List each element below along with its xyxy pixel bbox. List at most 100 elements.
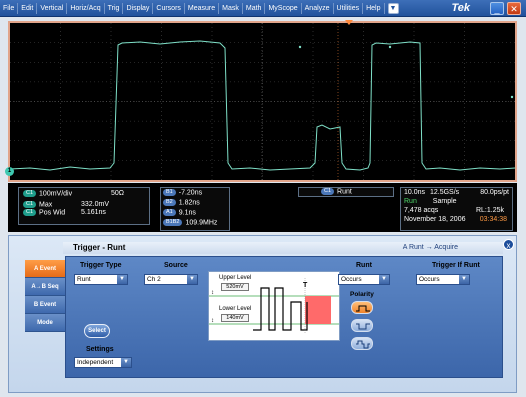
runt-highlight xyxy=(305,296,331,324)
minimize-button[interactable]: _ xyxy=(490,2,504,15)
menu-dropdown-icon[interactable]: ▼ xyxy=(387,2,399,14)
max-label: Max xyxy=(39,201,53,209)
lower-level-value[interactable]: 140mV xyxy=(221,314,249,322)
ch1-impedance: 50Ω xyxy=(111,190,125,197)
cursor-b1-pill: B1 xyxy=(163,189,176,196)
close-window-button[interactable]: ✕ xyxy=(507,2,521,15)
date-value: November 18, 2006 xyxy=(404,216,466,223)
tab-mode[interactable]: Mode xyxy=(25,314,65,332)
cursor-freq-pill: B1B2 xyxy=(163,219,183,226)
either-polarity-icon xyxy=(356,340,370,349)
trigger-type-label: Trigger Type xyxy=(80,262,122,269)
tab-a-event[interactable]: A Event xyxy=(25,260,65,278)
upper-level-value[interactable]: 520mV xyxy=(221,283,249,291)
settings-value: Independent xyxy=(77,359,114,366)
cursor-b1-value: -7.20ns xyxy=(178,189,203,197)
source-dropdown[interactable]: Ch 2 ▼ xyxy=(144,274,198,285)
trigger-settings-body: Trigger Type Runt ▼ Select Settings Inde… xyxy=(65,256,503,378)
measurement-box[interactable]: Runt C1100mV/div 50Ω C1Max 332.0mV C1Pos… xyxy=(18,187,150,225)
source-label: Source xyxy=(164,262,188,269)
runt-dropdown[interactable]: Occurs ▼ xyxy=(338,274,390,285)
brand-logo: Tek xyxy=(451,2,470,14)
tab-b-event[interactable]: B Event xyxy=(25,296,65,314)
cursor-freq-value: 109.9MHz xyxy=(185,219,218,227)
lower-arrow-icon: ↕ xyxy=(211,318,214,324)
cursor-row: A1 9.1ns xyxy=(161,209,229,217)
menu-measure[interactable]: Measure xyxy=(185,2,220,14)
trigger-readout-box[interactable]: C1 Runt xyxy=(298,187,394,197)
negative-polarity-icon xyxy=(356,323,370,330)
trigger-if-runt-dropdown[interactable]: Occurs ▼ xyxy=(416,274,470,285)
channel-1-ground-marker[interactable]: 1 xyxy=(5,167,14,176)
chevron-down-icon: ▼ xyxy=(459,275,469,284)
acqs-row: 7,478 acqs RL:1.25k xyxy=(401,207,512,215)
trigger-if-runt-label: Trigger If Runt xyxy=(432,262,480,269)
menu-trig[interactable]: Trig xyxy=(105,2,124,14)
menu-help[interactable]: Help xyxy=(363,2,385,14)
polarity-positive-button[interactable] xyxy=(351,301,373,314)
poswid-pill: C1 xyxy=(23,209,37,216)
timebase-value: 10.0ns xyxy=(404,189,426,196)
run-state: Run xyxy=(404,198,417,205)
marker-dot xyxy=(298,45,302,49)
panel-title: Trigger - Runt xyxy=(73,243,126,252)
menu-horiz-acq[interactable]: Horiz/Acq xyxy=(67,2,105,14)
chevron-down-icon: ▼ xyxy=(117,275,127,284)
max-row: C1 Max 332.0mV xyxy=(19,201,149,209)
time-value: 03:34:38 xyxy=(479,216,507,223)
settings-dropdown[interactable]: Independent ▼ xyxy=(74,357,132,368)
trigger-type-readout: Runt xyxy=(337,188,352,196)
ch1-scale-row: Runt C1100mV/div 50Ω xyxy=(19,190,149,198)
menu-bar: File Edit Vertical Horiz/Acq Trig Displa… xyxy=(0,0,526,17)
source-value: Ch 2 xyxy=(147,276,161,283)
date-row: November 18, 2006 03:34:38 xyxy=(401,216,512,224)
polarity-negative-button[interactable] xyxy=(351,319,373,332)
menu-edit[interactable]: Edit xyxy=(18,2,38,14)
ch1-pill: C1 xyxy=(23,190,37,197)
pts-per-div-value: 80.0ps/pt xyxy=(480,189,509,196)
menu-mask[interactable]: Mask xyxy=(219,2,243,14)
runt-diagram: T ↕ ↕ Upper Level 520mV Lower Level 140m… xyxy=(208,271,340,341)
marker-dot xyxy=(388,45,392,49)
menu-vertical[interactable]: Vertical xyxy=(37,2,68,14)
polarity-either-button[interactable] xyxy=(351,337,373,350)
cursor-readout-box[interactable]: B1 -7.20ns B2 1.82ns A1 9.1ns B1B2 109.9MHz xyxy=(160,187,230,231)
trigger-if-runt-value: Occurs xyxy=(419,276,440,283)
ch1-scale: 100mV/div xyxy=(39,190,73,198)
menu-file[interactable]: File xyxy=(0,2,19,14)
select-button[interactable]: Select xyxy=(84,324,110,338)
trigger-control-window: Trigger - Runt A Runt → Acquire x A Even… xyxy=(8,235,517,393)
cursor-row: B1B2 109.9MHz xyxy=(161,219,229,227)
acquisition-readout-box[interactable]: 10.0ns 12.5GS/s 80.0ps/pt Run Sample 7,4… xyxy=(400,187,513,231)
close-panel-button[interactable]: x xyxy=(503,239,514,250)
runt-value: Occurs xyxy=(341,276,362,283)
run-row: Run Sample xyxy=(401,198,512,206)
tab-a-b-sequence[interactable]: A→B Seq xyxy=(25,278,65,296)
trigger-type-dropdown[interactable]: Runt ▼ xyxy=(74,274,128,285)
max-value: 332.0mV xyxy=(81,201,110,208)
waveform-display[interactable]: 1 xyxy=(5,20,517,182)
cursor-a1-value: 9.1ns xyxy=(178,209,196,217)
trigger-readout-row: C1 Runt xyxy=(299,188,393,196)
trigger-source-pill: C1 xyxy=(321,188,335,195)
chevron-down-icon: ▼ xyxy=(379,275,389,284)
menu-utilities[interactable]: Utilities xyxy=(334,2,364,14)
trigger-position-marker[interactable] xyxy=(345,20,353,25)
trigger-type-value: Runt xyxy=(77,276,91,283)
poswid-row: C1 Pos Wid 5.161ns xyxy=(19,209,149,217)
readout-bar: Runt C1100mV/div 50Ω C1Max 332.0mV C1Pos… xyxy=(8,183,517,232)
trigger-side-tabs: A Event A→B Seq B Event Mode xyxy=(25,260,65,332)
menu-myscope[interactable]: MyScope xyxy=(265,2,302,14)
menu-cursors[interactable]: Cursors xyxy=(153,2,185,14)
trigger-point-marker: T xyxy=(303,282,308,289)
menu-math[interactable]: Math xyxy=(243,2,266,14)
marker-dot xyxy=(510,95,514,99)
sample-rate-value: 12.5GS/s xyxy=(429,189,460,196)
settings-label: Settings xyxy=(86,346,114,353)
upper-arrow-icon: ↕ xyxy=(211,290,214,296)
cursor-b2-pill: B2 xyxy=(163,199,176,206)
menu-analyze[interactable]: Analyze xyxy=(302,2,334,14)
menu-display[interactable]: Display xyxy=(123,2,154,14)
cursor-a1-pill: A1 xyxy=(163,209,176,216)
record-length: RL:1.25k xyxy=(475,207,504,214)
